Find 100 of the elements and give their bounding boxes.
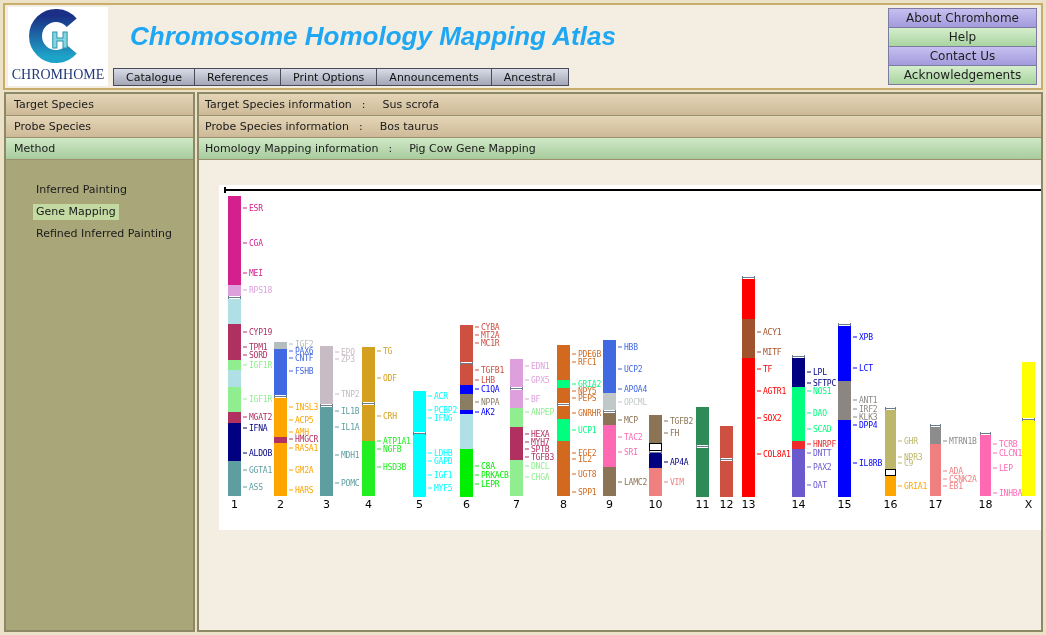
gene-label: EPO <box>341 348 355 357</box>
label-tick <box>243 207 247 209</box>
label-tick <box>335 358 339 360</box>
label-tick <box>289 406 293 408</box>
gene-label: CYP19 <box>249 328 273 337</box>
label-tick <box>525 441 529 443</box>
chromosome-number: 6 <box>463 498 470 511</box>
label-tick <box>243 486 247 488</box>
sidebar-tab[interactable]: Probe Species <box>6 116 193 138</box>
label-tick <box>807 382 811 384</box>
gene-label: MGAT2 <box>249 413 273 422</box>
sidebar-tab[interactable]: Target Species <box>6 94 193 116</box>
label-tick <box>853 399 857 401</box>
menu-button[interactable]: About Chromhome <box>888 8 1037 28</box>
centromere-icon <box>319 403 334 408</box>
label-tick <box>475 401 479 403</box>
label-tick <box>898 485 902 487</box>
label-tick <box>993 452 997 454</box>
chromosome-number: 14 <box>791 498 806 511</box>
chromosome-number: X <box>1024 498 1033 511</box>
gene-label: ANPEP <box>531 408 555 417</box>
chromosome-number: 5 <box>416 498 423 511</box>
chromosome-number: 10 <box>648 498 663 511</box>
menu-button[interactable]: Contact Us <box>888 46 1037 66</box>
label-tick <box>572 412 576 414</box>
label-tick <box>618 451 622 453</box>
label-tick <box>289 431 293 433</box>
info-label: Target Species information <box>205 98 352 111</box>
label-tick <box>335 426 339 428</box>
label-tick <box>335 454 339 456</box>
label-tick <box>853 424 857 426</box>
label-tick <box>943 470 947 472</box>
sidebar-tab[interactable]: Method <box>6 138 193 160</box>
gene-label: FSHB <box>295 367 314 376</box>
gene-label: LCT <box>859 364 873 373</box>
label-tick <box>475 379 479 381</box>
nav-tab[interactable]: Catalogue <box>113 68 195 86</box>
gene-label: HNRPF <box>813 440 837 449</box>
label-tick <box>757 453 761 455</box>
method-link[interactable]: Gene Mapping <box>33 204 119 220</box>
gene-label: EB1 <box>949 482 963 491</box>
gene-label: PAX6 <box>295 347 314 356</box>
label-tick <box>618 481 622 483</box>
nav-tab[interactable]: Ancestral <box>490 68 569 86</box>
gene-label: CHGA <box>531 473 550 482</box>
gene-label: GM2A <box>295 466 314 475</box>
gene-label: SFTPC <box>813 379 837 388</box>
gene-label: AMH <box>295 428 309 437</box>
label-tick <box>289 447 293 449</box>
label-tick <box>428 452 432 454</box>
gene-label: GGTA1 <box>249 466 273 475</box>
gene-label: TF <box>763 365 773 374</box>
gene-label: TGFB2 <box>670 417 694 426</box>
gene-label: AGTR1 <box>763 387 787 396</box>
label-tick <box>572 353 576 355</box>
label-tick <box>898 440 902 442</box>
gene-label: COL8A1 <box>763 450 791 459</box>
gene-label: NPPA <box>481 398 500 407</box>
gene-label: MC1R <box>481 339 500 348</box>
label-tick <box>572 429 576 431</box>
gene-label: PDE6B <box>578 350 602 359</box>
gene-label: BF <box>531 395 541 404</box>
gene-label: SCAD <box>813 425 832 434</box>
label-tick <box>475 483 479 485</box>
gene-label: ASS <box>249 483 263 492</box>
label-tick <box>243 346 247 348</box>
label-tick <box>243 364 247 366</box>
nav-tab[interactable]: Announcements <box>376 68 492 86</box>
label-tick <box>993 467 997 469</box>
label-tick <box>428 409 432 411</box>
gene-label: IGF1 <box>434 471 453 480</box>
centromere-icon <box>459 361 474 366</box>
label-tick <box>475 369 479 371</box>
label-tick <box>525 411 529 413</box>
label-tick <box>428 487 432 489</box>
gene-label: HSD3B <box>383 463 407 472</box>
label-tick <box>475 411 479 413</box>
gene-label: RFC1 <box>578 358 597 367</box>
method-link[interactable]: Refined Inferred Painting <box>33 226 175 242</box>
gene-label: LAMC2 <box>624 478 648 487</box>
nav-tab[interactable]: Print Options <box>280 68 378 86</box>
logo-letter: H <box>50 28 70 53</box>
chromosome-number: 2 <box>277 498 284 511</box>
centromere-icon <box>556 402 571 407</box>
label-tick <box>243 452 247 454</box>
gene-label: TCRB <box>999 440 1018 449</box>
menu-button[interactable]: Acknowledgements <box>888 65 1037 85</box>
label-tick <box>243 289 247 291</box>
menu-button[interactable]: Help <box>888 27 1037 47</box>
label-tick <box>289 489 293 491</box>
gene-label: RPS18 <box>249 286 273 295</box>
gene-label: CSNK2A <box>949 475 977 484</box>
nav-tab[interactable]: References <box>194 68 282 86</box>
gene-label: CRH <box>383 412 397 421</box>
label-tick <box>757 351 761 353</box>
label-tick <box>572 473 576 475</box>
label-tick <box>335 351 339 353</box>
gene-label: CGA <box>249 239 263 248</box>
method-link[interactable]: Inferred Painting <box>33 182 130 198</box>
label-tick <box>853 408 857 410</box>
